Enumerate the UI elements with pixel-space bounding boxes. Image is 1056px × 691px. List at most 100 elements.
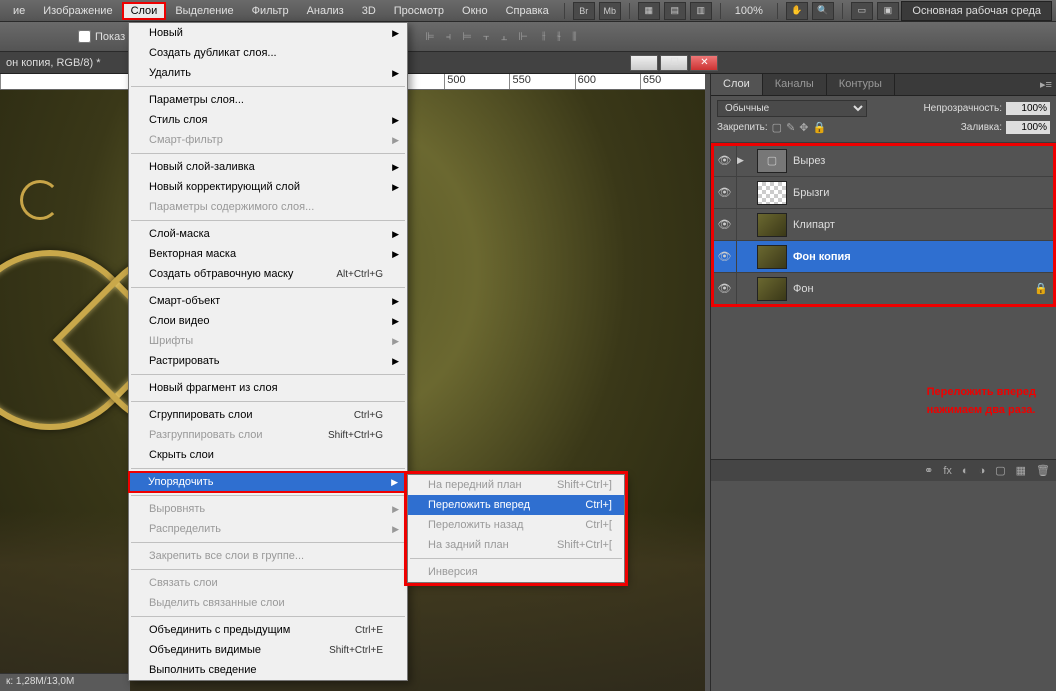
screen-mode-icon[interactable]: ▣ <box>877 2 899 20</box>
decorative-swirl <box>20 180 60 220</box>
menu-item-распределить: Распределить▶ <box>129 519 407 539</box>
view-grid-icon[interactable]: ▥ <box>690 2 712 20</box>
menu-item-упорядочить[interactable]: Упорядочить▶ <box>128 471 408 493</box>
layer-style-icon[interactable]: fx <box>943 465 952 477</box>
show-checkbox[interactable] <box>78 30 91 43</box>
menu-item-слои-видео[interactable]: Слои видео▶ <box>129 311 407 331</box>
menu-item-создать-обтравочную-маску[interactable]: Создать обтравочную маскуAlt+Ctrl+G <box>129 264 407 284</box>
layer-mask-icon[interactable]: ◐ <box>962 465 969 477</box>
layer-thumbnail <box>757 181 787 205</box>
visibility-icon[interactable]: 👁 <box>713 209 737 240</box>
layer-фон-копия[interactable]: 👁 Фон копия <box>713 241 1054 273</box>
menu-select[interactable]: Выделение <box>166 2 242 20</box>
menu-item-связать-слои: Связать слои <box>129 573 407 593</box>
layer-name[interactable]: Брызги <box>793 187 1054 199</box>
link-layers-icon[interactable]: ⚭ <box>924 464 933 477</box>
fill-value[interactable]: 100% <box>1006 121 1050 134</box>
bridge-icon[interactable]: Br <box>573 2 595 20</box>
menu-item-растрировать[interactable]: Растрировать▶ <box>129 351 407 371</box>
view-guides-icon[interactable]: ▤ <box>664 2 686 20</box>
document-title[interactable]: он копия, RGB/8) * <box>6 57 100 69</box>
menu-item-разгруппировать-слои: Разгруппировать слоиShift+Ctrl+G <box>129 425 407 445</box>
close-button[interactable]: ✕ <box>690 55 718 71</box>
layer-фон[interactable]: 👁 Фон🔒 <box>713 273 1054 305</box>
menu-item-объединить-видимые[interactable]: Объединить видимыеShift+Ctrl+E <box>129 640 407 660</box>
layer-name[interactable]: Вырез <box>793 155 1054 167</box>
menu-filter[interactable]: Фильтр <box>243 2 298 20</box>
tab-channels[interactable]: Каналы <box>763 74 827 95</box>
lock-icon: 🔒 <box>1034 282 1054 295</box>
submenu-item-reverse: Инверсия <box>408 562 624 582</box>
distribute-icons-group[interactable]: ⫲ ⫳ ⫴ <box>542 30 581 44</box>
submenu-item-переложить-вперед[interactable]: Переложить впередCtrl+] <box>408 495 624 515</box>
zoom-tool-icon[interactable]: 🔍 <box>812 2 834 20</box>
panel-menu-icon[interactable]: ▸≡ <box>1036 74 1056 95</box>
menu-view[interactable]: Просмотр <box>385 2 453 20</box>
expand-icon[interactable]: ▶ <box>737 155 751 166</box>
menu-item-новый[interactable]: Новый▶ <box>129 23 407 43</box>
layer-group-icon[interactable]: ▢ <box>995 464 1005 477</box>
menu-item-смарт-объект[interactable]: Смарт-объект▶ <box>129 291 407 311</box>
tab-paths[interactable]: Контуры <box>827 74 895 95</box>
menu-file-partial[interactable]: ие <box>4 2 34 20</box>
menu-item-векторная-маска[interactable]: Векторная маска▶ <box>129 244 407 264</box>
tab-layers[interactable]: Слои <box>711 74 763 95</box>
lock-position-icon[interactable]: ✥ <box>799 121 808 134</box>
visibility-icon[interactable]: 👁 <box>713 241 737 272</box>
menu-help[interactable]: Справка <box>497 2 558 20</box>
layers-panel: Слои Каналы Контуры ▸≡ Обычные Непрозрач… <box>710 74 1056 691</box>
menu-item-слой-маска[interactable]: Слой-маска▶ <box>129 224 407 244</box>
layer-клипарт[interactable]: 👁 Клипарт <box>713 209 1054 241</box>
menu-item-объединить-с-предыдущим[interactable]: Объединить с предыдущимCtrl+E <box>129 620 407 640</box>
visibility-icon[interactable]: 👁 <box>713 273 737 304</box>
zoom-level[interactable]: 100% <box>735 5 763 17</box>
visibility-icon[interactable]: 👁 <box>713 145 737 176</box>
blend-mode-select[interactable]: Обычные <box>717 100 867 117</box>
lock-transparency-icon[interactable]: ▢ <box>772 121 782 134</box>
menu-item-удалить[interactable]: Удалить▶ <box>129 63 407 83</box>
menu-image[interactable]: Изображение <box>34 2 121 20</box>
hand-tool-icon[interactable]: ✋ <box>786 2 808 20</box>
layer-name[interactable]: Фон копия <box>793 251 1054 263</box>
minibridge-icon[interactable]: Mb <box>599 2 621 20</box>
lock-pixels-icon[interactable]: ✎ <box>786 121 795 134</box>
layer-name[interactable]: Клипарт <box>793 219 1054 231</box>
menu-item-выполнить-сведение[interactable]: Выполнить сведение <box>129 660 407 680</box>
minimize-button[interactable]: — <box>630 55 658 71</box>
arrange-docs-icon[interactable]: ▭ <box>851 2 873 20</box>
menu-analysis[interactable]: Анализ <box>298 2 353 20</box>
opacity-value[interactable]: 100% <box>1006 102 1050 115</box>
workspace-switcher[interactable]: Основная рабочая среда <box>901 1 1052 21</box>
lock-all-icon[interactable]: 🔒 <box>813 121 827 134</box>
menu-item-сгруппировать-слои[interactable]: Сгруппировать слоиCtrl+G <box>129 405 407 425</box>
opacity-label: Непрозрачность: <box>923 103 1002 114</box>
menu-item-новый-фрагмент-из-слоя[interactable]: Новый фрагмент из слоя <box>129 378 407 398</box>
menu-item-закрепить-все-слои-в-группе-: Закрепить все слои в группе... <box>129 546 407 566</box>
menu-item-скрыть-слои[interactable]: Скрыть слои <box>129 445 407 465</box>
menu-item-выровнять: Выровнять▶ <box>129 499 407 519</box>
adjustment-layer-icon[interactable]: ◑ <box>979 465 986 477</box>
folder-icon: ▢ <box>757 149 787 173</box>
submenu-item-переложить-назад: Переложить назадCtrl+[ <box>408 515 624 535</box>
layer-thumbnail <box>757 213 787 237</box>
layer-thumbnail <box>757 277 787 301</box>
layer-брызги[interactable]: 👁 Брызги <box>713 177 1054 209</box>
maximize-button[interactable]: ☐ <box>660 55 688 71</box>
layers-menu-dropdown: Новый▶Создать дубликат слоя...Удалить▶ Па… <box>128 22 408 681</box>
menu-item-новый-слой-заливка[interactable]: Новый слой-заливка▶ <box>129 157 407 177</box>
layer-вырез[interactable]: 👁▶ ▢ Вырез <box>713 145 1054 177</box>
menu-layers[interactable]: Слои <box>122 2 167 20</box>
menu-item-параметры-слоя-[interactable]: Параметры слоя... <box>129 90 407 110</box>
submenu-item-на-задний-план: На задний планShift+Ctrl+[ <box>408 535 624 555</box>
menu-item-стиль-слоя[interactable]: Стиль слоя▶ <box>129 110 407 130</box>
layer-name[interactable]: Фон <box>793 283 1034 295</box>
new-layer-icon[interactable]: ▦ <box>1016 464 1026 477</box>
menu-3d[interactable]: 3D <box>353 2 385 20</box>
menu-item-создать-дубликат-слоя-[interactable]: Создать дубликат слоя... <box>129 43 407 63</box>
delete-layer-icon[interactable]: 🗑 <box>1036 464 1050 477</box>
visibility-icon[interactable]: 👁 <box>713 177 737 208</box>
menu-item-новый-корректирующий-слой[interactable]: Новый корректирующий слой▶ <box>129 177 407 197</box>
menu-window[interactable]: Окно <box>453 2 497 20</box>
align-icons-group[interactable]: ⊫ ⫞ ⊨ ⫟ ⫠ ⊩ <box>425 30 532 44</box>
view-extras-icon[interactable]: ▦ <box>638 2 660 20</box>
